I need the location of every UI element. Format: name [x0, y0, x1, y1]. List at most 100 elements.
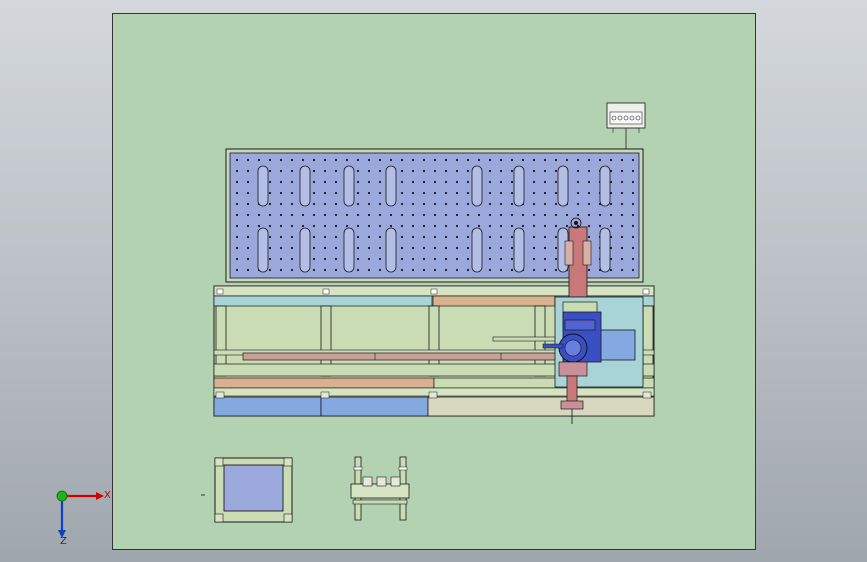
control-box[interactable] — [606, 102, 646, 150]
coordinate-triad-icon: X Z — [56, 490, 111, 546]
plate-hole — [389, 213, 393, 217]
plate-hole — [268, 202, 272, 206]
plate-hole — [312, 268, 316, 272]
plate-hole — [356, 180, 360, 184]
plate-hole — [631, 191, 635, 195]
plate-hole — [279, 235, 283, 239]
plate-hole — [235, 268, 239, 272]
plate-hole — [268, 224, 272, 228]
plate-hole — [444, 202, 448, 206]
plate-hole — [389, 158, 393, 162]
plate-hole — [587, 169, 591, 173]
plate-hole — [543, 268, 547, 272]
plate-hole — [301, 213, 305, 217]
plate-hole — [631, 235, 635, 239]
cad-assembly-drawing[interactable] — [113, 14, 755, 549]
plate-hole — [554, 268, 558, 272]
plate-hole — [433, 191, 437, 195]
plate-hole — [499, 169, 503, 173]
plate-hole — [543, 224, 547, 228]
plate-hole — [422, 224, 426, 228]
plate-hole — [532, 224, 536, 228]
plate-hole — [356, 213, 360, 217]
plate-hole — [422, 257, 426, 261]
plate-hole — [620, 235, 624, 239]
plate-hole — [400, 213, 404, 217]
z-axis-label: Z — [60, 536, 67, 546]
plate-hole — [510, 202, 514, 206]
end-view-left[interactable] — [201, 457, 293, 523]
plate-hole — [422, 246, 426, 250]
plate-hole — [422, 268, 426, 272]
plate-hole — [598, 224, 602, 228]
plate-hole — [312, 180, 316, 184]
plate-hole — [400, 180, 404, 184]
plate-hole — [488, 169, 492, 173]
plate-hole — [455, 235, 459, 239]
plate-hole — [422, 169, 426, 173]
plate-hole — [301, 158, 305, 162]
plate-hole — [312, 224, 316, 228]
plate-hole — [631, 158, 635, 162]
graphics-viewport[interactable]: X Z — [0, 0, 867, 562]
plate-hole — [620, 180, 624, 184]
plate-hole — [290, 191, 294, 195]
plate-hole — [620, 246, 624, 250]
plate-hole — [521, 158, 525, 162]
plate-hole — [279, 158, 283, 162]
plate-slot — [299, 227, 311, 273]
plate-hole — [323, 246, 327, 250]
plate-hole — [378, 213, 382, 217]
plate-hole — [433, 202, 437, 206]
plate-hole — [466, 191, 470, 195]
plate-hole — [587, 224, 591, 228]
plate-hole — [400, 169, 404, 173]
plate-hole — [378, 224, 382, 228]
plate-hole — [345, 158, 349, 162]
plate-hole — [312, 202, 316, 206]
plate-hole — [532, 235, 536, 239]
plate-hole — [576, 202, 580, 206]
plate-hole — [279, 191, 283, 195]
plate-hole — [367, 257, 371, 261]
plate-hole — [411, 169, 415, 173]
plate-hole — [510, 246, 514, 250]
plate-hole — [257, 213, 261, 217]
plate-hole — [235, 180, 239, 184]
plate-hole — [510, 257, 514, 261]
plate-hole — [290, 158, 294, 162]
plate-hole — [433, 268, 437, 272]
plate-hole — [532, 158, 536, 162]
plate-hole — [576, 158, 580, 162]
plate-hole — [620, 213, 624, 217]
side-view-middle[interactable] — [350, 456, 410, 521]
plate-hole — [499, 224, 503, 228]
plate-hole — [400, 224, 404, 228]
plate-hole — [609, 268, 613, 272]
plate-hole — [246, 202, 250, 206]
plate-hole — [466, 202, 470, 206]
plate-hole — [334, 246, 338, 250]
plate-slot — [299, 165, 311, 207]
plate-hole — [378, 158, 382, 162]
plate-hole — [323, 169, 327, 173]
plate-hole — [554, 158, 558, 162]
plate-hole — [378, 202, 382, 206]
plate-hole — [235, 224, 239, 228]
plate-hole — [488, 180, 492, 184]
plate-hole — [345, 213, 349, 217]
plate-hole — [433, 158, 437, 162]
plate-hole — [268, 213, 272, 217]
plate-hole — [378, 235, 382, 239]
drawing-sheet[interactable] — [112, 13, 756, 550]
x-axis-label: X — [104, 490, 111, 501]
plate-hole — [477, 213, 481, 217]
plate-hole — [620, 224, 624, 228]
plate-hole — [510, 268, 514, 272]
plate-hole — [334, 213, 338, 217]
plate-hole — [268, 180, 272, 184]
plate-hole — [554, 224, 558, 228]
plate-hole — [488, 246, 492, 250]
plate-hole — [323, 257, 327, 261]
plate-slot — [343, 165, 355, 207]
